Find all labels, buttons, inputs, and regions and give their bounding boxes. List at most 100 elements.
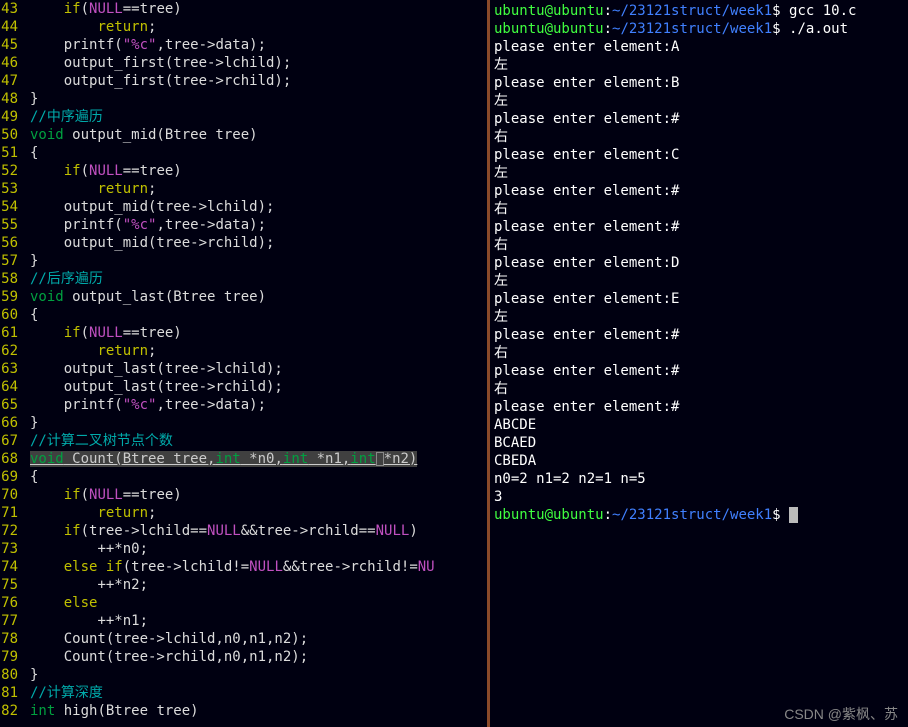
line-number: 64 bbox=[0, 378, 30, 396]
code-content[interactable]: void output_last(Btree tree) bbox=[30, 288, 487, 306]
code-line[interactable]: 51{ bbox=[0, 144, 487, 162]
code-content[interactable]: if(NULL==tree) bbox=[30, 324, 487, 342]
code-line[interactable]: 46 output_first(tree->lchild); bbox=[0, 54, 487, 72]
code-content[interactable]: } bbox=[30, 414, 487, 432]
code-content[interactable]: output_last(tree->rchild); bbox=[30, 378, 487, 396]
code-content[interactable]: output_first(tree->lchild); bbox=[30, 54, 487, 72]
terminal-prompt[interactable]: ubuntu@ubuntu:~/23121struct/week1$ bbox=[494, 506, 904, 524]
code-line[interactable]: 81//计算深度 bbox=[0, 684, 487, 702]
code-line[interactable]: 48} bbox=[0, 90, 487, 108]
code-content[interactable]: return; bbox=[30, 180, 487, 198]
code-content[interactable]: } bbox=[30, 90, 487, 108]
code-content[interactable]: ++*n2; bbox=[30, 576, 487, 594]
code-line[interactable]: 74 else if(tree->lchild!=NULL&&tree->rch… bbox=[0, 558, 487, 576]
code-content[interactable]: if(tree->lchild==NULL&&tree->rchild==NUL… bbox=[30, 522, 487, 540]
code-line[interactable]: 54 output_mid(tree->lchild); bbox=[0, 198, 487, 216]
code-content[interactable]: if(NULL==tree) bbox=[30, 486, 487, 504]
code-content[interactable]: { bbox=[30, 306, 487, 324]
code-content[interactable]: if(NULL==tree) bbox=[30, 0, 487, 18]
code-content[interactable]: ++*n0; bbox=[30, 540, 487, 558]
code-line[interactable]: 70 if(NULL==tree) bbox=[0, 486, 487, 504]
code-content[interactable]: //后序遍历 bbox=[30, 270, 487, 288]
terminal-output-line: please enter element:B bbox=[494, 74, 904, 92]
code-content[interactable]: else if(tree->lchild!=NULL&&tree->rchild… bbox=[30, 558, 487, 576]
line-number: 63 bbox=[0, 360, 30, 378]
code-line[interactable]: 45 printf("%c",tree->data); bbox=[0, 36, 487, 54]
code-line[interactable]: 76 else bbox=[0, 594, 487, 612]
code-line[interactable]: 44 return; bbox=[0, 18, 487, 36]
code-content[interactable]: } bbox=[30, 252, 487, 270]
code-content[interactable]: ++*n1; bbox=[30, 612, 487, 630]
code-line[interactable]: 59void output_last(Btree tree) bbox=[0, 288, 487, 306]
terminal-output-line: please enter element:# bbox=[494, 182, 904, 200]
code-content[interactable]: //计算二叉树节点个数 bbox=[30, 432, 487, 450]
code-content[interactable]: output_last(tree->lchild); bbox=[30, 360, 487, 378]
code-content[interactable]: output_mid(tree->rchild); bbox=[30, 234, 487, 252]
code-content[interactable]: //中序遍历 bbox=[30, 108, 487, 126]
code-content[interactable]: int high(Btree tree) bbox=[30, 702, 487, 720]
code-line[interactable]: 71 return; bbox=[0, 504, 487, 522]
code-line[interactable]: 61 if(NULL==tree) bbox=[0, 324, 487, 342]
code-content[interactable]: void output_mid(Btree tree) bbox=[30, 126, 487, 144]
code-content[interactable]: if(NULL==tree) bbox=[30, 162, 487, 180]
terminal-output-line: 右 bbox=[494, 200, 904, 218]
code-line[interactable]: 55 printf("%c",tree->data); bbox=[0, 216, 487, 234]
line-number: 67 bbox=[0, 432, 30, 450]
line-number: 79 bbox=[0, 648, 30, 666]
line-number: 46 bbox=[0, 54, 30, 72]
terminal-output-line: 左 bbox=[494, 56, 904, 74]
code-content[interactable]: output_first(tree->rchild); bbox=[30, 72, 487, 90]
code-line[interactable]: 79 Count(tree->rchild,n0,n1,n2); bbox=[0, 648, 487, 666]
code-content[interactable]: return; bbox=[30, 504, 487, 522]
code-content[interactable]: Count(tree->rchild,n0,n1,n2); bbox=[30, 648, 487, 666]
code-line[interactable]: 43 if(NULL==tree) bbox=[0, 0, 487, 18]
code-content[interactable]: } bbox=[30, 666, 487, 684]
code-line[interactable]: 60{ bbox=[0, 306, 487, 324]
code-line[interactable]: 52 if(NULL==tree) bbox=[0, 162, 487, 180]
line-number: 45 bbox=[0, 36, 30, 54]
code-content[interactable]: printf("%c",tree->data); bbox=[30, 396, 487, 414]
terminal-pane[interactable]: ubuntu@ubuntu:~/23121struct/week1$ gcc 1… bbox=[490, 0, 908, 727]
code-line[interactable]: 67//计算二叉树节点个数 bbox=[0, 432, 487, 450]
terminal-output-line: ABCDE bbox=[494, 416, 904, 434]
code-editor-pane[interactable]: 43 if(NULL==tree)44 return;45 printf("%c… bbox=[0, 0, 487, 727]
code-line[interactable]: 72 if(tree->lchild==NULL&&tree->rchild==… bbox=[0, 522, 487, 540]
line-number: 50 bbox=[0, 126, 30, 144]
code-line[interactable]: 73 ++*n0; bbox=[0, 540, 487, 558]
code-line[interactable]: 77 ++*n1; bbox=[0, 612, 487, 630]
code-content[interactable]: Count(tree->lchild,n0,n1,n2); bbox=[30, 630, 487, 648]
line-number: 72 bbox=[0, 522, 30, 540]
code-line[interactable]: 68void Count(Btree tree,int *n0,int *n1,… bbox=[0, 450, 487, 468]
terminal-output-line: please enter element:# bbox=[494, 362, 904, 380]
code-line[interactable]: 49//中序遍历 bbox=[0, 108, 487, 126]
code-line[interactable]: 65 printf("%c",tree->data); bbox=[0, 396, 487, 414]
code-line[interactable]: 69{ bbox=[0, 468, 487, 486]
code-line[interactable]: 80} bbox=[0, 666, 487, 684]
code-content[interactable]: { bbox=[30, 144, 487, 162]
code-content[interactable]: printf("%c",tree->data); bbox=[30, 216, 487, 234]
line-number: 43 bbox=[0, 0, 30, 18]
code-content[interactable]: void Count(Btree tree,int *n0,int *n1,in… bbox=[30, 450, 487, 468]
code-line[interactable]: 64 output_last(tree->rchild); bbox=[0, 378, 487, 396]
code-line[interactable]: 75 ++*n2; bbox=[0, 576, 487, 594]
code-content[interactable]: { bbox=[30, 468, 487, 486]
code-line[interactable]: 57} bbox=[0, 252, 487, 270]
code-line[interactable]: 50void output_mid(Btree tree) bbox=[0, 126, 487, 144]
line-number: 61 bbox=[0, 324, 30, 342]
code-content[interactable]: printf("%c",tree->data); bbox=[30, 36, 487, 54]
code-content[interactable]: return; bbox=[30, 342, 487, 360]
code-line[interactable]: 47 output_first(tree->rchild); bbox=[0, 72, 487, 90]
code-content[interactable]: //计算深度 bbox=[30, 684, 487, 702]
code-line[interactable]: 56 output_mid(tree->rchild); bbox=[0, 234, 487, 252]
code-line[interactable]: 58//后序遍历 bbox=[0, 270, 487, 288]
code-content[interactable]: output_mid(tree->lchild); bbox=[30, 198, 487, 216]
code-line[interactable]: 63 output_last(tree->lchild); bbox=[0, 360, 487, 378]
code-content[interactable]: return; bbox=[30, 18, 487, 36]
line-number: 66 bbox=[0, 414, 30, 432]
code-line[interactable]: 53 return; bbox=[0, 180, 487, 198]
code-line[interactable]: 82int high(Btree tree) bbox=[0, 702, 487, 720]
code-line[interactable]: 78 Count(tree->lchild,n0,n1,n2); bbox=[0, 630, 487, 648]
code-line[interactable]: 66} bbox=[0, 414, 487, 432]
code-content[interactable]: else bbox=[30, 594, 487, 612]
code-line[interactable]: 62 return; bbox=[0, 342, 487, 360]
